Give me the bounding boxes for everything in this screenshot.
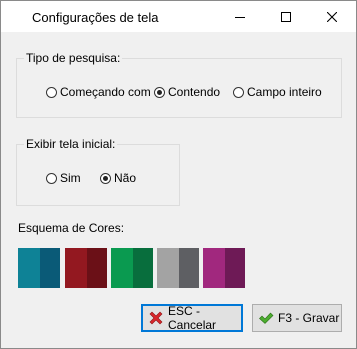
radio-label: Sim [60, 171, 81, 185]
initial-screen-group [16, 144, 180, 206]
save-button[interactable]: F3 - Gravar [252, 304, 342, 332]
cancel-button-label: ESC - Cancelar [168, 304, 217, 332]
swatch-secondary [40, 248, 60, 288]
save-button-label: F3 - Gravar [278, 311, 340, 325]
swatch-primary [18, 248, 40, 288]
radio-whole-field[interactable]: Campo inteiro [233, 85, 322, 99]
radio-contains[interactable]: Contendo [154, 85, 220, 99]
swatch-secondary [225, 248, 245, 288]
window-title: Configurações de tela [32, 10, 159, 25]
close-button[interactable] [309, 1, 355, 32]
radio-circle-checked [100, 172, 111, 184]
maximize-button[interactable] [263, 1, 309, 32]
color-swatch-magenta[interactable] [203, 248, 245, 288]
swatch-primary [157, 248, 179, 288]
radio-circle [46, 172, 57, 184]
radio-yes[interactable]: Sim [46, 171, 81, 185]
radio-no[interactable]: Não [100, 171, 136, 185]
close-icon [327, 11, 337, 22]
settings-window: Configurações de tela Tipo de pesquisa: … [0, 0, 357, 349]
swatch-secondary [179, 248, 199, 288]
radio-circle [233, 86, 244, 98]
color-swatch-red[interactable] [65, 248, 107, 288]
radio-label: Não [114, 171, 137, 185]
swatch-primary [111, 248, 133, 288]
title-bar[interactable]: Configurações de tela [1, 1, 356, 32]
color-swatch-green[interactable] [111, 248, 153, 288]
color-scheme-label: Esquema de Cores: [18, 221, 125, 235]
swatch-secondary [133, 248, 153, 288]
red-x-icon [148, 310, 164, 326]
search-type-legend: Tipo de pesquisa: [24, 51, 123, 65]
maximize-icon [281, 11, 291, 22]
radio-label: Campo inteiro [247, 85, 322, 99]
radio-label: Começando com [60, 85, 151, 99]
color-swatch-teal[interactable] [18, 248, 60, 288]
green-check-icon [258, 310, 274, 326]
swatch-primary [203, 248, 225, 288]
swatch-primary [65, 248, 87, 288]
radio-starts-with[interactable]: Começando com [46, 85, 151, 99]
radio-circle [46, 86, 57, 98]
initial-screen-legend: Exibir tela inicial: [24, 137, 118, 151]
cancel-button[interactable]: ESC - Cancelar [141, 304, 243, 332]
minimize-button[interactable] [217, 1, 263, 32]
radio-label: Contendo [168, 85, 221, 99]
radio-circle-checked [154, 86, 165, 98]
color-swatch-gray[interactable] [157, 248, 199, 288]
swatch-secondary [87, 248, 107, 288]
minimize-icon [235, 16, 245, 18]
